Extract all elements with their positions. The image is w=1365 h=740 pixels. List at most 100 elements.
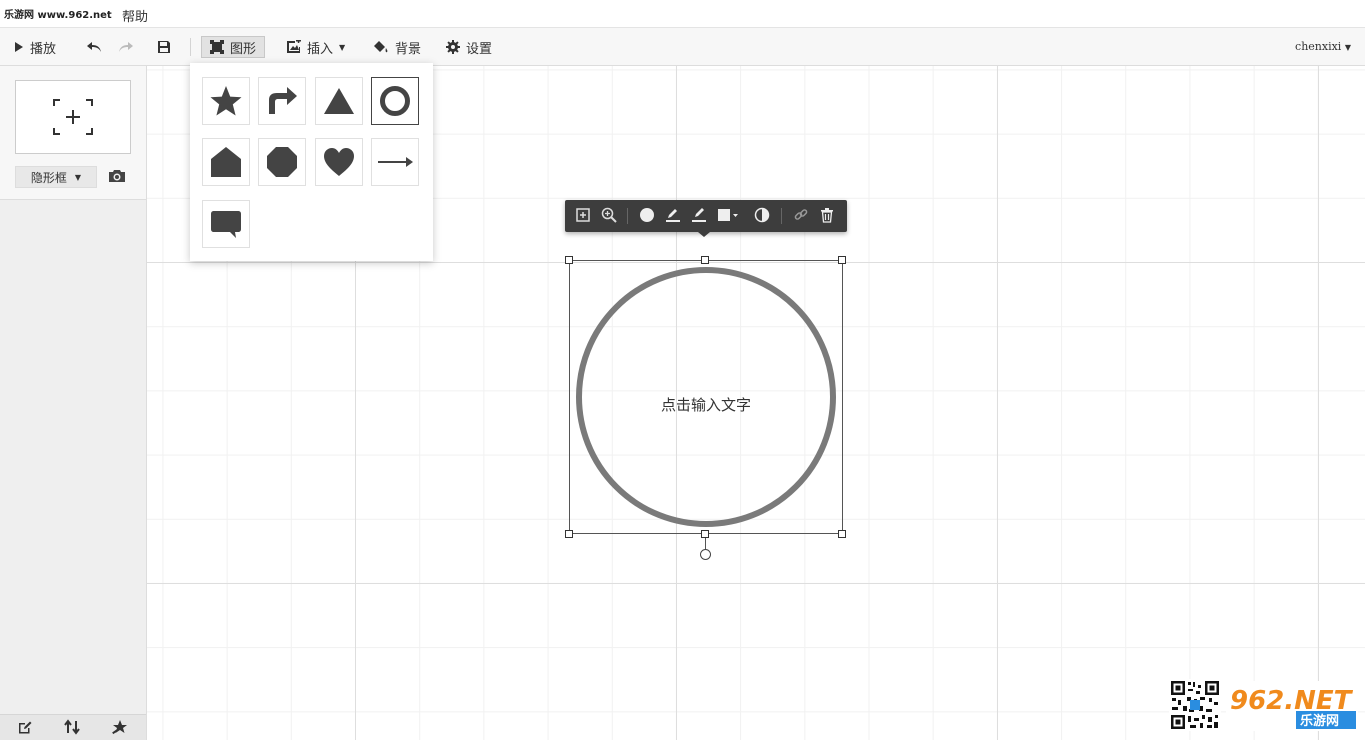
play-label: 播放 [30, 41, 57, 57]
background-label: 背景 [395, 41, 422, 57]
redo-button[interactable] [118, 36, 134, 58]
shape-speech-bubble[interactable] [202, 200, 250, 248]
square-style-icon [718, 209, 738, 221]
shape-context-toolbar [565, 200, 847, 232]
sort-icon [64, 719, 80, 735]
fit-frame-button[interactable] [575, 207, 591, 227]
settings-label: 设置 [466, 41, 493, 57]
pen-icon [666, 209, 680, 222]
ring-icon [380, 86, 410, 116]
rotate-handle[interactable] [700, 549, 711, 560]
menu-help[interactable]: 帮助 [122, 6, 148, 25]
shape-label: 图形 [230, 41, 257, 57]
site-watermark: 乐游网 www.962.net [2, 6, 114, 21]
effects-button[interactable] [111, 719, 129, 739]
speech-bubble-icon [211, 211, 241, 238]
caret-down-icon: ▼ [1344, 43, 1351, 52]
turn-arrow-icon [269, 87, 297, 114]
camera-icon [109, 170, 125, 182]
link-icon [794, 209, 808, 220]
triangle-icon [324, 88, 354, 114]
brand-chinese: 乐游网 [1300, 713, 1339, 729]
delete-button[interactable] [819, 207, 835, 227]
sort-button[interactable] [63, 719, 81, 739]
opacity-button[interactable] [754, 207, 770, 227]
logo-962-icon: 962.NET 乐游网 [1226, 681, 1358, 731]
camera-button[interactable] [108, 168, 126, 187]
shape-style-dropdown[interactable] [717, 207, 739, 227]
username: chenxixi [1295, 40, 1342, 53]
shape-ring[interactable] [371, 77, 419, 125]
octagon-icon [267, 147, 297, 177]
shape-heart[interactable] [315, 138, 363, 186]
undo-icon [87, 42, 101, 52]
fill-color-button[interactable] [639, 207, 655, 227]
resize-handle-top-right[interactable] [838, 256, 846, 264]
settings-button[interactable]: 设置 [446, 36, 492, 58]
trash-icon [821, 208, 833, 223]
marker-icon [692, 208, 706, 222]
resize-handle-bottom-left[interactable] [565, 530, 573, 538]
line-color-button[interactable] [665, 207, 681, 227]
toolbar-pointer [698, 232, 710, 237]
undo-button[interactable] [86, 36, 102, 58]
qr-code [1169, 679, 1221, 731]
save-icon [158, 41, 170, 53]
play-button[interactable]: 播放 [14, 36, 56, 58]
frame-type-select[interactable]: 隐形框 ▼ [15, 166, 97, 188]
pentagon-house-icon [211, 147, 241, 177]
resize-handle-top[interactable] [701, 256, 709, 264]
site-logo: 962.NET 乐游网 [1226, 681, 1358, 731]
shape-pentagon-house[interactable] [202, 138, 250, 186]
insert-button[interactable]: 插入 ▼ [286, 36, 345, 58]
zoom-button[interactable] [601, 207, 617, 227]
insert-image-icon [287, 40, 301, 53]
slide-sidebar: 隐形框 ▼ [0, 66, 147, 740]
magic-star-icon [112, 720, 127, 735]
link-button[interactable] [793, 207, 809, 227]
shape-icon [210, 40, 224, 54]
shape-picker-panel [190, 63, 433, 261]
zoom-in-icon [601, 207, 617, 223]
caret-down-icon: ▼ [74, 172, 82, 182]
shape-octagon[interactable] [258, 138, 306, 186]
shape-button[interactable]: 图形 [201, 36, 266, 58]
paint-bucket-icon [374, 41, 388, 53]
insert-label: 插入 [307, 41, 334, 57]
filled-circle-icon [640, 208, 654, 222]
shape-turn-arrow[interactable] [258, 77, 306, 125]
resize-handle-bottom-right[interactable] [838, 530, 846, 538]
qr-code-icon [1169, 679, 1221, 731]
sidebar-footer [0, 714, 146, 740]
highlight-button[interactable] [691, 207, 707, 227]
redo-icon [119, 42, 133, 52]
add-frame-icon [576, 208, 590, 222]
frame-type-label: 隐形框 [30, 170, 67, 185]
selection-box [569, 260, 843, 534]
play-icon [15, 42, 23, 52]
toolbar: 播放 图形 插入 ▼ 背景 设置 chenxixi ▼ [0, 28, 1365, 66]
toolbar-divider [190, 38, 191, 56]
gear-icon [446, 40, 460, 54]
resize-handle-top-left[interactable] [565, 256, 573, 264]
menu-bar: 乐游网 www.962.net 帮助 [0, 0, 1365, 28]
toolbar-divider [627, 208, 628, 224]
shape-triangle[interactable] [315, 77, 363, 125]
shape-star[interactable] [202, 77, 250, 125]
star-icon [210, 86, 242, 116]
shape-line-arrow[interactable] [371, 138, 419, 186]
resize-handle-bottom[interactable] [701, 530, 709, 538]
edit-icon [19, 721, 32, 734]
background-button[interactable]: 背景 [373, 36, 421, 58]
heart-icon [324, 148, 354, 176]
user-menu[interactable]: chenxixi ▼ [1295, 40, 1351, 53]
sidebar-header: 隐形框 ▼ [0, 66, 146, 200]
toolbar-divider [781, 208, 782, 224]
contrast-icon [754, 207, 770, 223]
save-button[interactable] [157, 36, 171, 58]
edit-button[interactable] [17, 719, 33, 739]
caret-down-icon: ▼ [339, 42, 346, 52]
line-arrow-icon [378, 157, 413, 167]
add-frame-icon [53, 99, 93, 135]
add-frame-button[interactable] [15, 80, 131, 154]
